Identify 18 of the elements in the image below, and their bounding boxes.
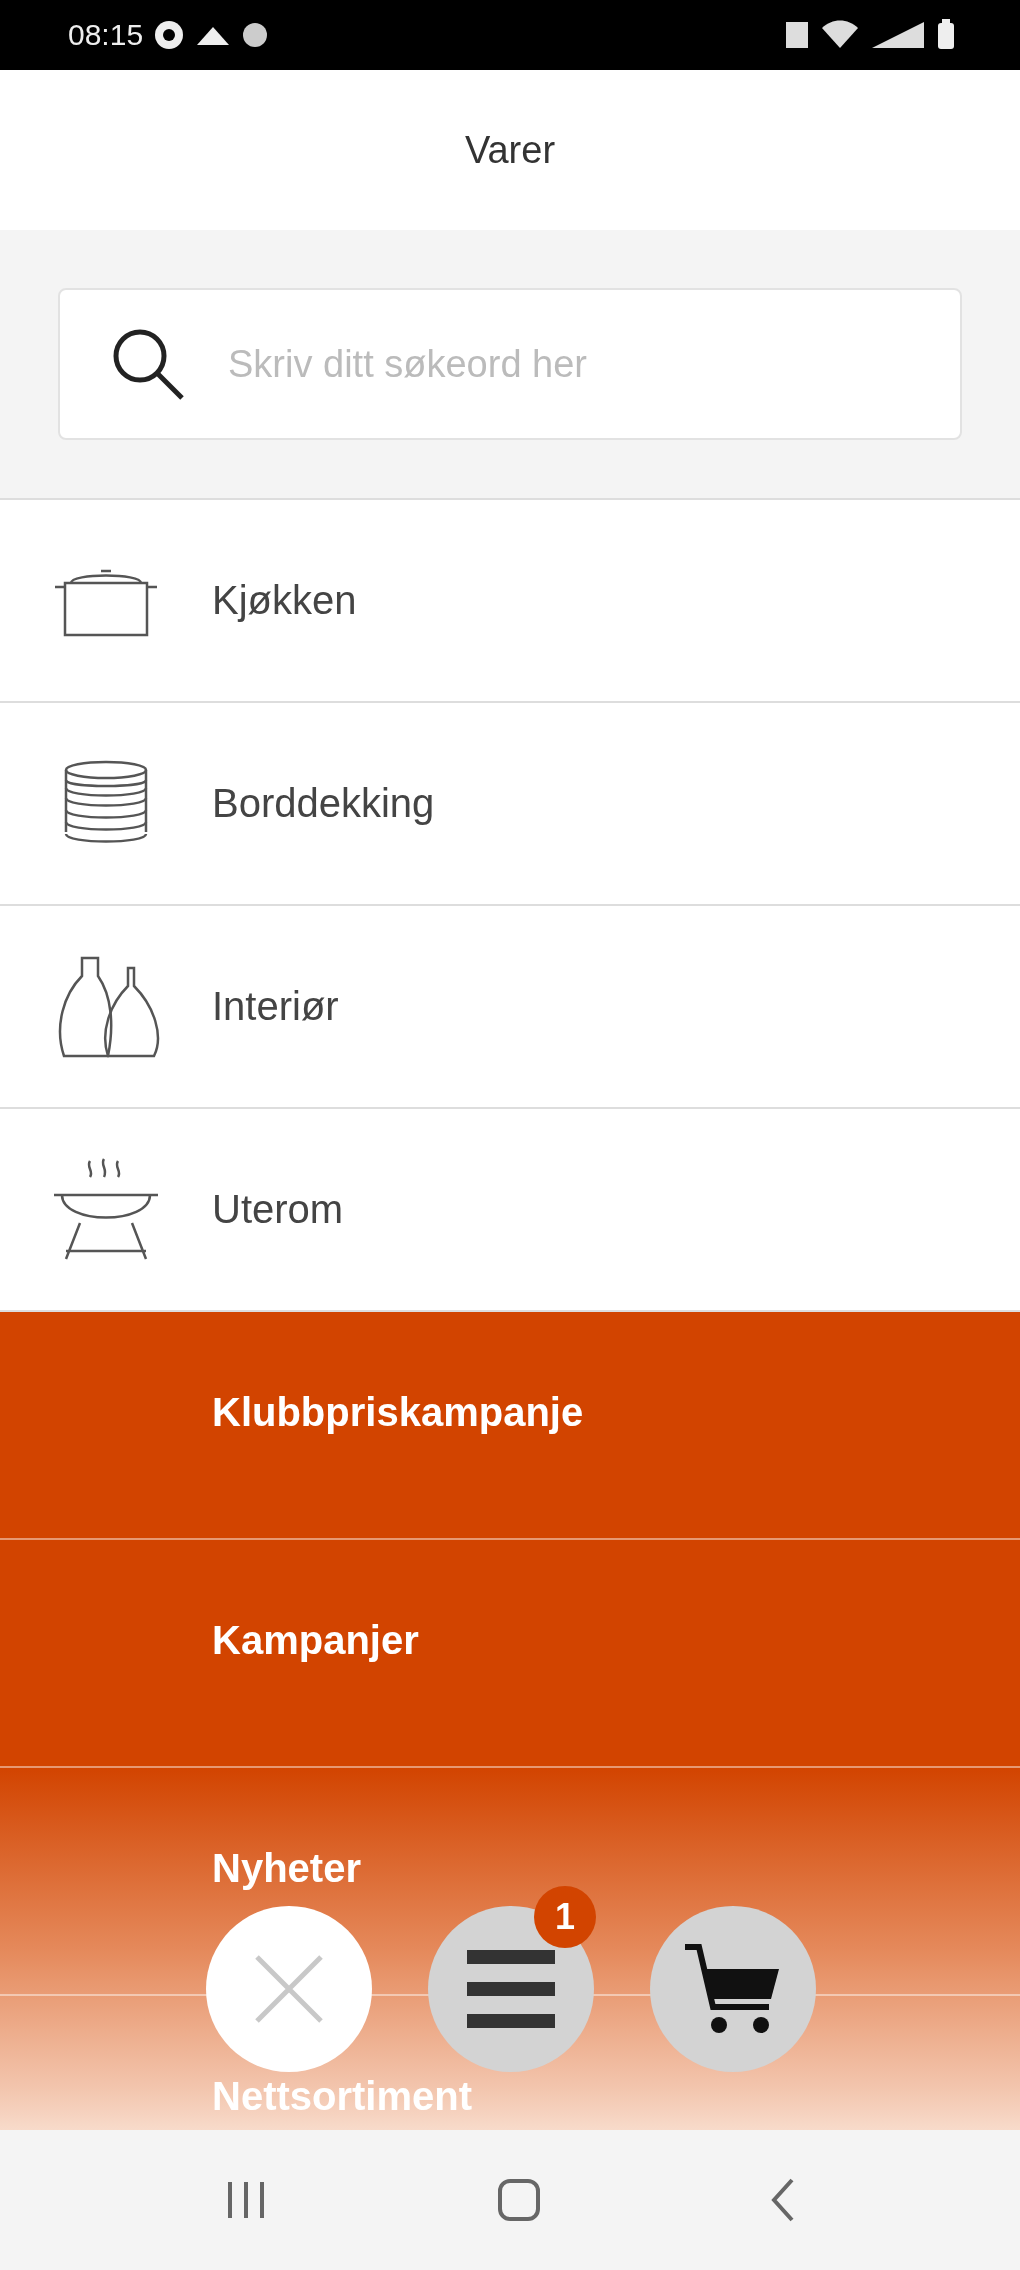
battery-icon <box>936 19 956 51</box>
page-title: Varer <box>464 128 556 172</box>
category-label[interactable]: Klubbpriskampanje <box>212 1389 584 1435</box>
status-time: 08:15 <box>68 18 144 52</box>
notification-icon <box>153 19 186 51</box>
sim-icon <box>784 20 810 50</box>
search-field[interactable]: Skriv ditt søkeord her <box>226 341 910 387</box>
home-icon[interactable] <box>497 2178 541 2222</box>
category-label[interactable]: Interiør <box>212 984 339 1029</box>
category-label[interactable]: Kampanjer <box>212 1617 419 1663</box>
menu-icon <box>467 1950 555 2028</box>
signal-icon <box>870 20 926 50</box>
wifi-icon <box>820 20 860 50</box>
back-icon[interactable] <box>769 2178 796 2222</box>
category-label[interactable]: Borddekking <box>212 781 435 826</box>
category-label[interactable]: Kjøkken <box>212 578 357 623</box>
close-icon <box>253 1953 325 2025</box>
category-label[interactable]: Uterom <box>212 1187 344 1232</box>
